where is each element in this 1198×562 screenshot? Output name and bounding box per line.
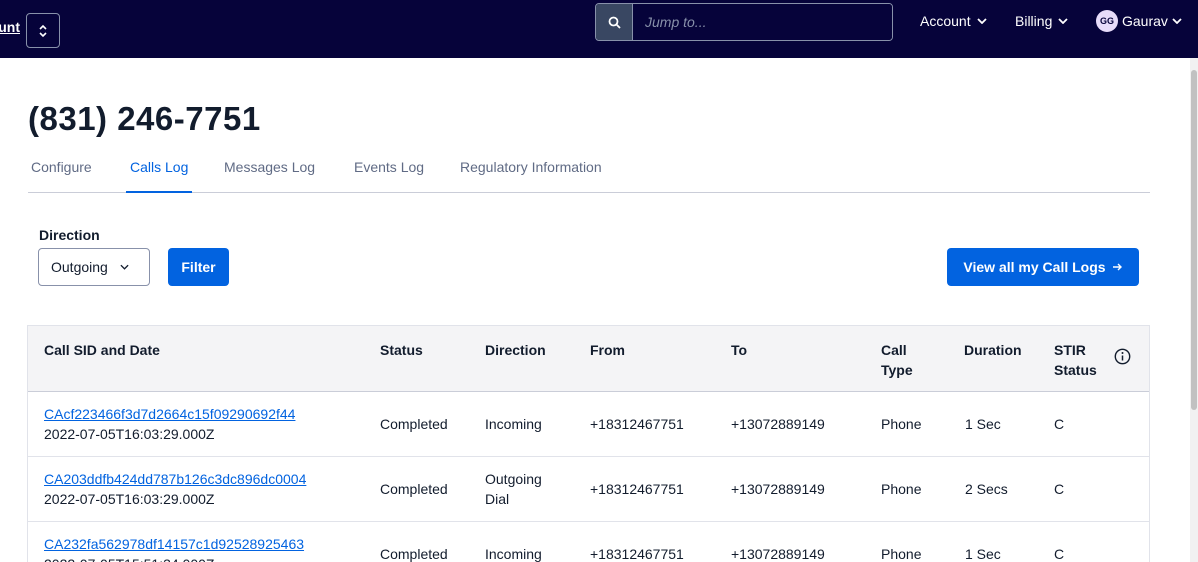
- tab-calls-log[interactable]: Calls Log: [126, 159, 193, 193]
- page-title: (831) 246-7751: [28, 100, 261, 137]
- header-call-type-line1: Call: [881, 342, 907, 358]
- header-direction: Direction: [485, 342, 546, 358]
- search-button[interactable]: [596, 4, 633, 40]
- billing-menu[interactable]: Billing: [1015, 11, 1068, 31]
- stir-status: C: [1054, 546, 1065, 562]
- call-direction-line1: Outgoing: [485, 471, 542, 487]
- account-menu-label: Account: [920, 13, 971, 29]
- call-status: Completed: [380, 481, 448, 497]
- user-name: Gaurav: [1122, 13, 1168, 29]
- tab-messages-log[interactable]: Messages Log: [224, 159, 315, 193]
- tab-configure[interactable]: Configure: [31, 159, 92, 193]
- call-direction-line2: Dial: [485, 491, 510, 507]
- header-to: To: [731, 342, 748, 358]
- call-type: Phone: [881, 546, 922, 562]
- direction-label: Direction: [39, 227, 100, 243]
- account-name-link[interactable]: unt: [0, 19, 20, 35]
- call-logs-table: Call SID and Date Status Direction From …: [27, 325, 1150, 562]
- chevron-up-down-icon: [39, 24, 47, 37]
- call-direction: Incoming: [485, 546, 542, 562]
- call-from: +18312467751: [590, 416, 684, 432]
- avatar: GG: [1096, 10, 1118, 32]
- call-from: +18312467751: [590, 481, 684, 497]
- call-from: +18312467751: [590, 546, 684, 562]
- tab-list: Configure Calls Log Messages Log Events …: [28, 150, 1150, 193]
- call-duration: 1 Sec: [965, 546, 1001, 562]
- jump-to-input[interactable]: [633, 4, 892, 40]
- call-duration: 1 Sec: [965, 416, 1001, 432]
- call-date: 2022-07-05T15:51:34.000Z: [44, 554, 214, 562]
- table-header: Call SID and Date Status Direction From …: [28, 326, 1149, 392]
- table-row: CA203ddfb424dd787b126c3dc896dc0004 2022-…: [28, 457, 1149, 522]
- chevron-down-icon: [120, 264, 129, 270]
- account-menu[interactable]: Account: [920, 11, 987, 31]
- call-to: +13072889149: [731, 546, 825, 562]
- stir-status: C: [1054, 481, 1065, 497]
- call-type: Phone: [881, 416, 922, 432]
- direction-select-value: Outgoing: [51, 259, 108, 275]
- header-call-type-line2: Type: [881, 362, 913, 378]
- direction-select[interactable]: Outgoing: [38, 248, 150, 286]
- view-all-call-logs-label: View all my Call Logs: [963, 259, 1106, 275]
- chevron-down-icon: [1172, 18, 1182, 24]
- arrow-right-icon: [1112, 263, 1122, 271]
- header-call-type: Call Type: [881, 340, 913, 380]
- call-date: 2022-07-05T16:03:29.000Z: [44, 491, 215, 507]
- header-stir-status: STIR Status: [1054, 340, 1097, 380]
- billing-menu-label: Billing: [1015, 13, 1053, 29]
- top-navigation-bar: unt Account Billing GG Gaurav: [0, 0, 1198, 58]
- account-switcher-button[interactable]: [26, 13, 60, 48]
- filter-button[interactable]: Filter: [168, 248, 229, 286]
- chevron-down-icon: [1058, 18, 1068, 24]
- call-date: 2022-07-05T16:03:29.000Z: [44, 426, 215, 442]
- jump-to-search: [595, 3, 893, 41]
- tab-events-log[interactable]: Events Log: [354, 159, 424, 193]
- header-status: Status: [380, 342, 423, 358]
- scrollbar-thumb[interactable]: [1191, 70, 1197, 410]
- call-sid-link[interactable]: CA232fa562978df14157c1d92528925463: [44, 534, 304, 554]
- call-to: +13072889149: [731, 416, 825, 432]
- table-row: CAcf223466f3d7d2664c15f09290692f44 2022-…: [28, 392, 1149, 457]
- header-duration: Duration: [964, 342, 1022, 358]
- search-icon: [608, 16, 621, 29]
- header-stir-line1: STIR: [1054, 342, 1086, 358]
- call-direction: Incoming: [485, 416, 542, 432]
- header-from: From: [590, 342, 625, 358]
- call-direction: Outgoing Dial: [485, 469, 542, 509]
- view-all-call-logs-button[interactable]: View all my Call Logs: [947, 248, 1139, 286]
- header-stir-line2: Status: [1054, 362, 1097, 378]
- call-duration: 2 Secs: [965, 481, 1008, 497]
- call-type: Phone: [881, 481, 922, 497]
- stir-status: C: [1054, 416, 1065, 432]
- call-status: Completed: [380, 416, 448, 432]
- chevron-down-icon: [976, 18, 987, 24]
- call-to: +13072889149: [731, 481, 825, 497]
- header-call-sid-date: Call SID and Date: [44, 342, 160, 358]
- tab-regulatory-information[interactable]: Regulatory Information: [460, 159, 602, 193]
- call-sid-link[interactable]: CA203ddfb424dd787b126c3dc896dc0004: [44, 469, 306, 489]
- user-menu[interactable]: GG Gaurav: [1096, 10, 1182, 32]
- call-status: Completed: [380, 546, 448, 562]
- table-row: CA232fa562978df14157c1d92528925463 2022-…: [28, 522, 1149, 562]
- info-icon[interactable]: [1114, 348, 1131, 365]
- call-sid-link[interactable]: CAcf223466f3d7d2664c15f09290692f44: [44, 404, 295, 424]
